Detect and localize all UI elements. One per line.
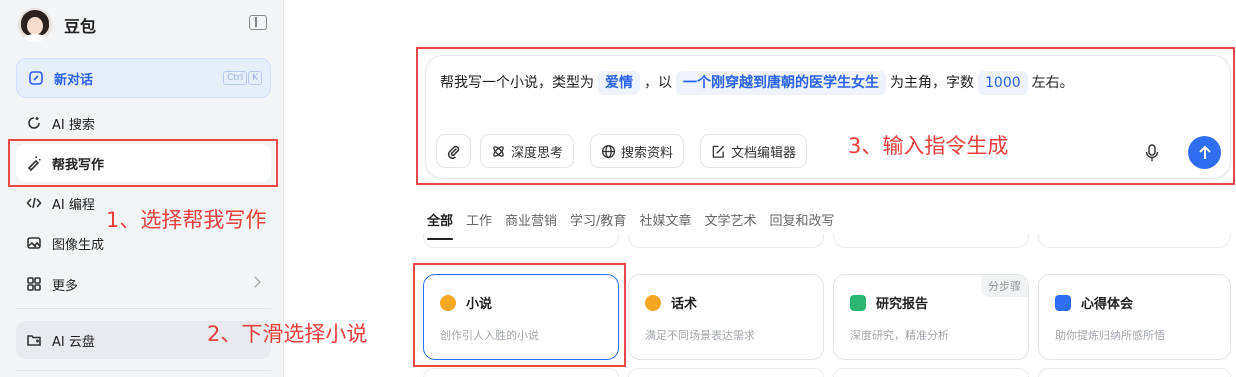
- card-ghost: [423, 234, 619, 248]
- card-next-row: [1038, 368, 1231, 377]
- arrow-up-icon: [1198, 145, 1211, 159]
- card-title: 研究报告: [876, 297, 929, 312]
- card-next-row: [423, 368, 619, 377]
- code-icon: [26, 197, 42, 209]
- word-count-chip[interactable]: 1000: [978, 71, 1028, 95]
- card-desc: 满足不同场景表达需求: [645, 329, 755, 342]
- card-novel[interactable]: 小说 创作引人入胜的小说: [423, 274, 619, 360]
- brand-name: 豆包: [64, 17, 97, 36]
- atom-icon: [493, 145, 504, 157]
- card-next-row: [833, 368, 1029, 377]
- sidebar-item-ai-search[interactable]: AI 搜索: [16, 104, 271, 142]
- divider: [16, 308, 271, 309]
- card-desc: 助你提炼归纳所感所悟: [1055, 329, 1165, 342]
- grid-icon: [27, 277, 41, 291]
- prompt-mid: ，以: [644, 75, 672, 91]
- card-research-report[interactable]: 研究报告 深度研究，精准分析 分步骤: [833, 274, 1029, 360]
- prompt-composer[interactable]: 帮我写一个小说，类型为 爱情 ，以 一个刚穿越到唐朝的医学生女生 为主角，字数 1000 左…: [425, 55, 1231, 179]
- card-ghost: [833, 234, 1029, 248]
- search-data-button[interactable]: 搜索资料: [590, 134, 685, 168]
- sidebar-item-more[interactable]: 更多: [16, 265, 271, 303]
- sidebar-item-label: AI 搜索: [52, 117, 95, 133]
- card-next-row: [628, 368, 824, 377]
- shortcut-key-ctrl: Ctrl: [223, 71, 248, 85]
- card-title: 话术: [671, 297, 698, 312]
- tab-education[interactable]: 学习/教育: [570, 210, 626, 234]
- people-icon: [645, 295, 661, 311]
- sidebar-item-label: 更多: [52, 278, 79, 294]
- prompt-text[interactable]: 帮我写一个小说，类型为 爱情 ，以 一个刚穿越到唐朝的医学生女生 为主角，字数 1000 左…: [440, 70, 1074, 96]
- paperclip-icon: [447, 145, 460, 159]
- card-title: 心得体会: [1081, 297, 1134, 312]
- card-title: 小说: [466, 297, 493, 312]
- image-icon: [27, 237, 41, 249]
- doc-editor-label: 文档编辑器: [731, 145, 797, 161]
- attach-button[interactable]: [436, 134, 471, 168]
- card-ghost: [628, 234, 824, 248]
- notebook-icon: [1055, 295, 1071, 311]
- search-sparkle-icon: [28, 117, 40, 129]
- sidebar-item-label: 图像生成: [52, 237, 105, 253]
- annotation-box-writing: [8, 139, 278, 187]
- new-chat-label: 新对话: [54, 72, 94, 88]
- card-ghost: [1038, 234, 1231, 248]
- protagonist-chip[interactable]: 一个刚穿越到唐朝的医学生女生: [676, 71, 886, 95]
- new-chat-button[interactable]: 新对话 Ctrl K: [16, 58, 271, 98]
- avatar: [18, 8, 52, 42]
- tab-rewrite[interactable]: 回复和改写: [769, 210, 834, 234]
- divider: [16, 370, 271, 371]
- globe-icon: [601, 144, 616, 158]
- prompt-suffix: 左右。: [1031, 75, 1074, 91]
- card-reflection[interactable]: 心得体会 助你提炼归纳所感所悟: [1038, 274, 1231, 360]
- brand[interactable]: 豆包: [18, 8, 96, 42]
- edit-icon: [29, 71, 43, 85]
- deep-think-label: 深度思考: [511, 145, 564, 161]
- genre-chip[interactable]: 爱情: [598, 71, 640, 95]
- prompt-mid2: 为主角，字数: [890, 75, 974, 91]
- doc-edit-icon: [712, 145, 725, 158]
- annotation-step2: 2、下滑选择小说: [207, 322, 368, 346]
- tab-all[interactable]: 全部: [427, 210, 454, 240]
- card-speech[interactable]: 话术 满足不同场景表达需求: [628, 274, 824, 360]
- book-icon: [440, 295, 456, 311]
- search-data-label: 搜索资料: [621, 145, 674, 161]
- shortcut-key-k: K: [248, 71, 262, 85]
- card-desc: 创作引人入胜的小说: [440, 329, 539, 342]
- category-tabs: 全部 工作 商业营销 学习/教育 社媒文章 文学艺术 回复和改写: [427, 210, 847, 240]
- sidebar-toggle-icon[interactable]: [249, 15, 267, 30]
- step-badge: 分步骤: [981, 275, 1028, 297]
- shortcut-hint: Ctrl K: [222, 71, 262, 85]
- tab-literature[interactable]: 文学艺术: [704, 210, 756, 234]
- send-button[interactable]: [1188, 136, 1221, 169]
- tab-social-media[interactable]: 社媒文章: [639, 210, 691, 234]
- tab-marketing[interactable]: 商业营销: [505, 210, 557, 234]
- doc-editor-button[interactable]: 文档编辑器: [700, 134, 808, 168]
- annotation-step1: 1、选择帮我写作: [106, 208, 267, 232]
- prompt-prefix: 帮我写一个小说，类型为: [440, 75, 594, 91]
- card-desc: 深度研究，精准分析: [850, 329, 949, 342]
- microphone-icon[interactable]: [1144, 144, 1160, 162]
- report-icon: [850, 295, 866, 311]
- sidebar-item-label: AI 云盘: [52, 334, 95, 350]
- sidebar-item-label: AI 编程: [52, 197, 95, 213]
- chevron-right-icon: [249, 276, 261, 288]
- annotation-step3: 3、输入指令生成: [848, 134, 1009, 158]
- cloud-drive-icon: [27, 335, 41, 346]
- tab-work[interactable]: 工作: [466, 210, 492, 234]
- deep-think-button[interactable]: 深度思考: [480, 134, 575, 168]
